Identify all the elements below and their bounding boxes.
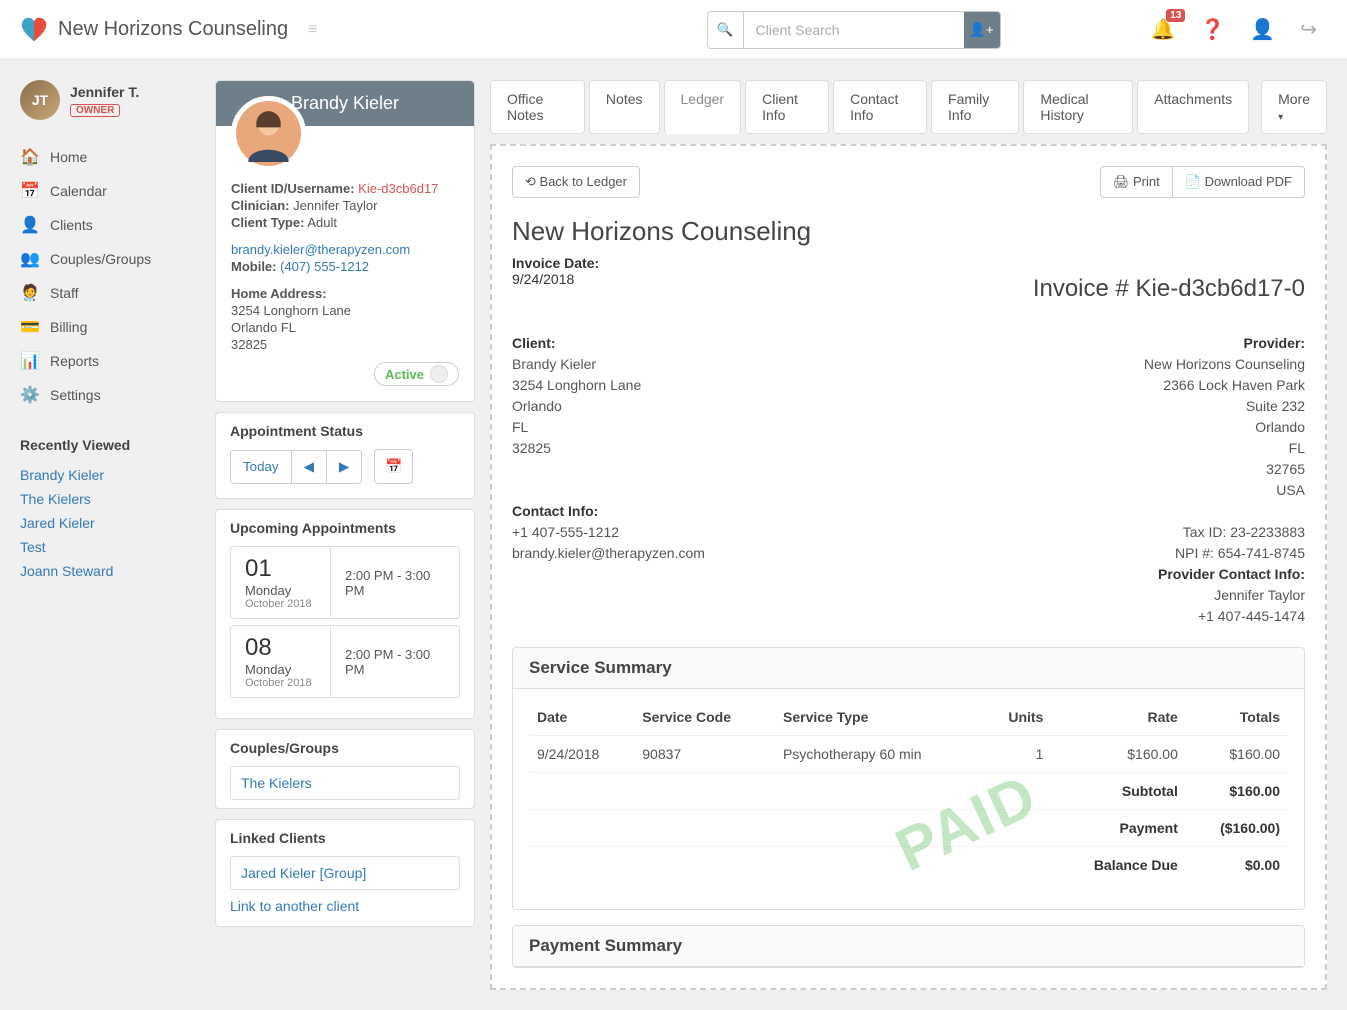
tab-attachments[interactable]: Attachments [1137,80,1249,134]
top-bar: New Horizons Counseling ≡ 🔍 👤+ 🔔 13 ❓ 👤 … [0,0,1347,60]
client-name: Brandy Kieler [291,93,399,113]
recent-item[interactable]: The Kielers [20,491,91,507]
bell-icon: 🔔 [1151,19,1176,41]
nav-clients[interactable]: 👤Clients [20,208,200,242]
client-email-link[interactable]: brandy.kieler@therapyzen.com [231,242,410,257]
user-role-badge: OWNER [70,104,120,117]
client-phone-link[interactable]: (407) 555-1212 [280,259,369,274]
chevron-left-icon: ◀ [304,459,314,474]
search-group: 🔍 👤+ [707,11,1001,49]
staff-icon: 🧑‍⚕️ [20,283,40,303]
client-id-link[interactable]: Kie-d3cb6d17 [358,181,438,196]
appointment-item[interactable]: 01MondayOctober 2018 2:00 PM - 3:00 PM [230,546,460,619]
payment-row: Payment($160.00) [529,810,1288,847]
tab-medical-history[interactable]: Medical History [1023,80,1133,134]
tab-family-info[interactable]: Family Info [931,80,1019,134]
appointment-status-card: Appointment Status Today ◀ ▶ 📅 [215,412,475,499]
prev-button[interactable]: ◀ [292,451,327,483]
client-column: Brandy Kieler Client ID/Username: Kie-d3… [215,80,475,990]
user-plus-icon: 👤+ [969,22,993,37]
balance-row: Balance Due$0.00 [529,847,1288,884]
brand-name: New Horizons Counseling [58,18,288,41]
service-summary-card: Service Summary PAID Date Service Code S… [512,647,1305,910]
person-icon: 👤 [20,215,40,235]
recent-item[interactable]: Test [20,539,46,555]
back-to-ledger-button[interactable]: ⟲ Back to Ledger [512,166,640,198]
recent-item[interactable]: Jared Kieler [20,515,95,531]
invoice-number: Invoice # Kie-d3cb6d17-0 [1033,275,1305,303]
logout-button[interactable]: ↪ [1300,17,1317,42]
settings-icon: ⚙️ [20,385,40,405]
left-sidebar: JT Jennifer T. OWNER 🏠Home 📅Calendar 👤Cl… [20,80,200,990]
link-another-client[interactable]: Link to another client [216,898,474,926]
tab-more[interactable]: More [1261,80,1327,134]
account-button[interactable]: 👤 [1250,17,1275,42]
nav-reports[interactable]: 📊Reports [20,344,200,378]
table-row: 9/24/2018 90837 Psychotherapy 60 min 1 $… [529,736,1288,773]
user-name: Jennifer T. [70,84,139,100]
calendar-picker-button[interactable]: 📅 [374,449,413,484]
user-icon: 👤 [1250,19,1275,41]
next-button[interactable]: ▶ [327,451,361,483]
nav-home[interactable]: 🏠Home [20,140,200,174]
pdf-icon: 📄 [1185,174,1201,189]
help-button[interactable]: ❓ [1200,17,1225,42]
invoice-panel: ⟲ Back to Ledger 🖨 Print 📄 Download PDF … [490,144,1327,990]
tab-ledger[interactable]: Ledger [664,80,742,134]
back-icon: ⟲ [525,174,536,189]
recent-item[interactable]: Joann Steward [20,563,113,579]
couple-link[interactable]: The Kielers [230,766,460,800]
notifications-button[interactable]: 🔔 13 [1151,17,1176,42]
avatar: JT [20,80,60,120]
nav-calendar[interactable]: 📅Calendar [20,174,200,208]
upcoming-appointments-card: Upcoming Appointments 01MondayOctober 20… [215,509,475,719]
nav-billing[interactable]: 💳Billing [20,310,200,344]
current-user[interactable]: JT Jennifer T. OWNER [20,80,200,120]
payment-summary-card: Payment Summary [512,925,1305,968]
brand[interactable]: New Horizons Counseling [20,16,288,44]
calendar-icon: 📅 [20,181,40,201]
tab-contact-info[interactable]: Contact Info [833,80,927,134]
tab-notes[interactable]: Notes [589,80,660,134]
subtotal-row: Subtotal$160.00 [529,773,1288,810]
invoice-company: New Horizons Counseling [512,216,1305,247]
logout-icon: ↪ [1300,19,1317,41]
search-input[interactable] [744,12,964,48]
client-card: Brandy Kieler Client ID/Username: Kie-d3… [215,80,475,402]
linked-clients-card: Linked Clients Jared Kieler [Group] Link… [215,819,475,927]
main-content: Office Notes Notes Ledger Client Info Co… [490,80,1327,990]
notification-badge: 13 [1166,9,1185,22]
toggle-icon [430,365,448,383]
menu-toggle-icon[interactable]: ≡ [308,21,317,39]
nav-staff[interactable]: 🧑‍⚕️Staff [20,276,200,310]
tab-office-notes[interactable]: Office Notes [490,80,585,134]
billing-icon: 💳 [20,317,40,337]
print-icon: 🖨 [1113,174,1130,189]
today-button[interactable]: Today [231,451,292,483]
nav-settings[interactable]: ⚙️Settings [20,378,200,412]
calendar-icon: 📅 [385,458,402,474]
add-client-button[interactable]: 👤+ [964,12,1000,48]
recently-viewed-heading: Recently Viewed [20,437,200,453]
search-button[interactable]: 🔍 [708,12,744,48]
help-icon: ❓ [1200,19,1225,41]
linked-client-link[interactable]: Jared Kieler [Group] [230,856,460,890]
tab-bar: Office Notes Notes Ledger Client Info Co… [490,80,1327,134]
appointment-item[interactable]: 08MondayOctober 2018 2:00 PM - 3:00 PM [230,625,460,698]
tab-client-info[interactable]: Client Info [745,80,829,134]
print-button[interactable]: 🖨 Print [1100,166,1172,198]
people-icon: 👥 [20,249,40,269]
search-icon: 🔍 [717,22,734,37]
client-avatar [231,96,306,171]
reports-icon: 📊 [20,351,40,371]
nav-couples-groups[interactable]: 👥Couples/Groups [20,242,200,276]
heart-logo-icon [20,16,48,44]
service-table: Date Service Code Service Type Units Rat… [529,699,1288,883]
download-pdf-button[interactable]: 📄 Download PDF [1172,166,1305,198]
couples-groups-card: Couples/Groups The Kielers [215,729,475,809]
status-toggle[interactable]: Active [374,362,459,386]
recent-item[interactable]: Brandy Kieler [20,467,104,483]
home-icon: 🏠 [20,147,40,167]
chevron-right-icon: ▶ [339,459,349,474]
